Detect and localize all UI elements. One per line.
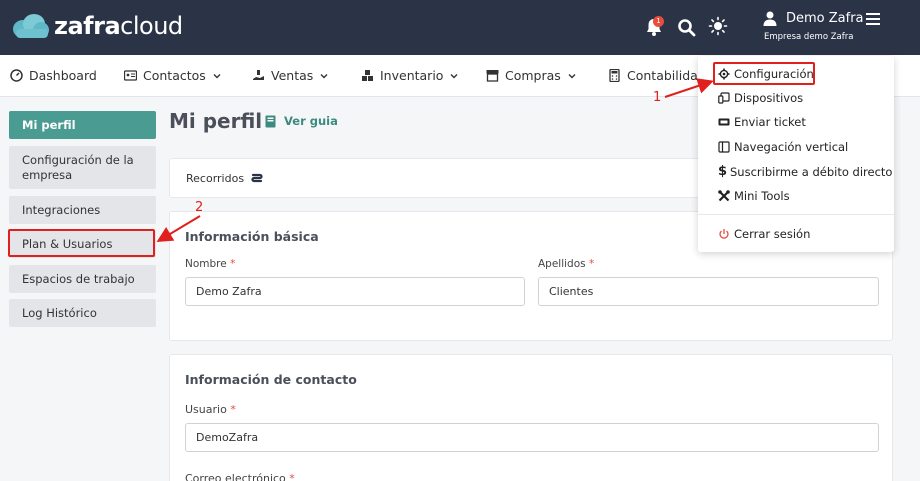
hamburger-icon[interactable] xyxy=(866,13,880,25)
calculator-icon xyxy=(609,69,620,82)
ticket-icon xyxy=(718,118,730,126)
annotation-step-1: 1 xyxy=(653,90,662,105)
email-label: Correo electrónico * xyxy=(185,472,295,481)
book-icon xyxy=(265,115,276,127)
layout-icon xyxy=(718,141,730,153)
name-input[interactable]: Demo Zafra xyxy=(185,277,525,306)
sidebar-item-mi-perfil[interactable]: Mi perfil xyxy=(9,111,156,139)
sun-icon[interactable] xyxy=(708,16,728,36)
surname-input[interactable]: Clientes xyxy=(538,277,879,306)
chevron-down-icon xyxy=(568,73,576,78)
guide-link[interactable]: Ver guia xyxy=(264,114,338,128)
annotation-step-2: 2 xyxy=(195,200,204,215)
menu-item-enviar-ticket[interactable]: Enviar ticket xyxy=(718,115,806,129)
menu-divider xyxy=(698,214,894,215)
sidebar-item-integraciones[interactable]: Integraciones xyxy=(9,196,156,224)
page-title: Mi perfil xyxy=(169,109,263,133)
nav-contactos[interactable]: Contactos xyxy=(124,68,221,83)
chevron-down-icon xyxy=(213,73,221,78)
highlight-configuracion xyxy=(713,62,815,85)
nav-contabilidad[interactable]: Contabilidad xyxy=(608,68,706,83)
route-icon xyxy=(251,173,263,182)
search-icon[interactable] xyxy=(677,18,697,38)
name-label: Nombre * xyxy=(185,258,236,270)
sidebar-item-configuracion-empresa[interactable]: Configuración de la empresa xyxy=(9,146,156,189)
user-dropdown-menu: Configuración Dispositivos Enviar ticket… xyxy=(698,56,894,252)
dollar-icon: $ xyxy=(718,164,728,179)
logo-text: zafracloud xyxy=(54,12,183,40)
top-bar: zafracloud 1 Demo Zafra Empresa demo Zaf… xyxy=(0,0,920,55)
contacts-icon xyxy=(124,70,137,81)
menu-item-cerrar-sesion[interactable]: Cerrar sesión xyxy=(718,227,810,241)
logo[interactable]: zafracloud xyxy=(10,12,183,40)
tools-icon xyxy=(718,190,730,202)
nav-compras[interactable]: Compras xyxy=(486,68,576,83)
contact-info-card: Información de contacto Usuario * DemoZa… xyxy=(169,354,893,481)
devices-icon xyxy=(718,92,730,104)
sidebar-item-log-historico[interactable]: Log Histórico xyxy=(9,299,156,327)
store-icon xyxy=(486,70,499,82)
highlight-plan-usuarios xyxy=(8,229,155,257)
user-icon xyxy=(763,11,777,26)
power-icon xyxy=(719,229,729,239)
recorridos-button[interactable]: Recorridos xyxy=(186,172,264,185)
inventory-icon xyxy=(362,70,373,81)
cloud-logo-icon xyxy=(13,14,49,38)
nav-ventas[interactable]: Ventas xyxy=(252,68,328,83)
menu-item-dispositivos[interactable]: Dispositivos xyxy=(718,91,803,105)
sales-icon xyxy=(253,70,264,80)
nav-dashboard[interactable]: Dashboard xyxy=(10,68,97,83)
nav-inventario[interactable]: Inventario xyxy=(361,68,458,83)
dashboard-icon xyxy=(10,69,23,82)
chevron-down-icon xyxy=(320,73,328,78)
menu-item-debito-directo[interactable]: $ Suscribirme a débito directo xyxy=(718,164,892,179)
user-name: Demo Zafra xyxy=(786,11,864,26)
company-name: Empresa demo Zafra xyxy=(764,32,854,42)
user-label: Usuario * xyxy=(185,403,236,416)
sidebar-item-espacios-trabajo[interactable]: Espacios de trabajo xyxy=(9,265,156,293)
notification-badge: 1 xyxy=(653,16,664,27)
username-input[interactable]: DemoZafra xyxy=(185,423,879,452)
menu-item-navegacion-vertical[interactable]: Navegación vertical xyxy=(718,140,848,154)
basic-info-heading: Información básica xyxy=(185,229,319,244)
chevron-down-icon xyxy=(450,73,458,78)
surname-label: Apellidos * xyxy=(538,258,595,270)
contact-info-heading: Información de contacto xyxy=(185,372,357,387)
menu-item-mini-tools[interactable]: Mini Tools xyxy=(718,189,790,203)
